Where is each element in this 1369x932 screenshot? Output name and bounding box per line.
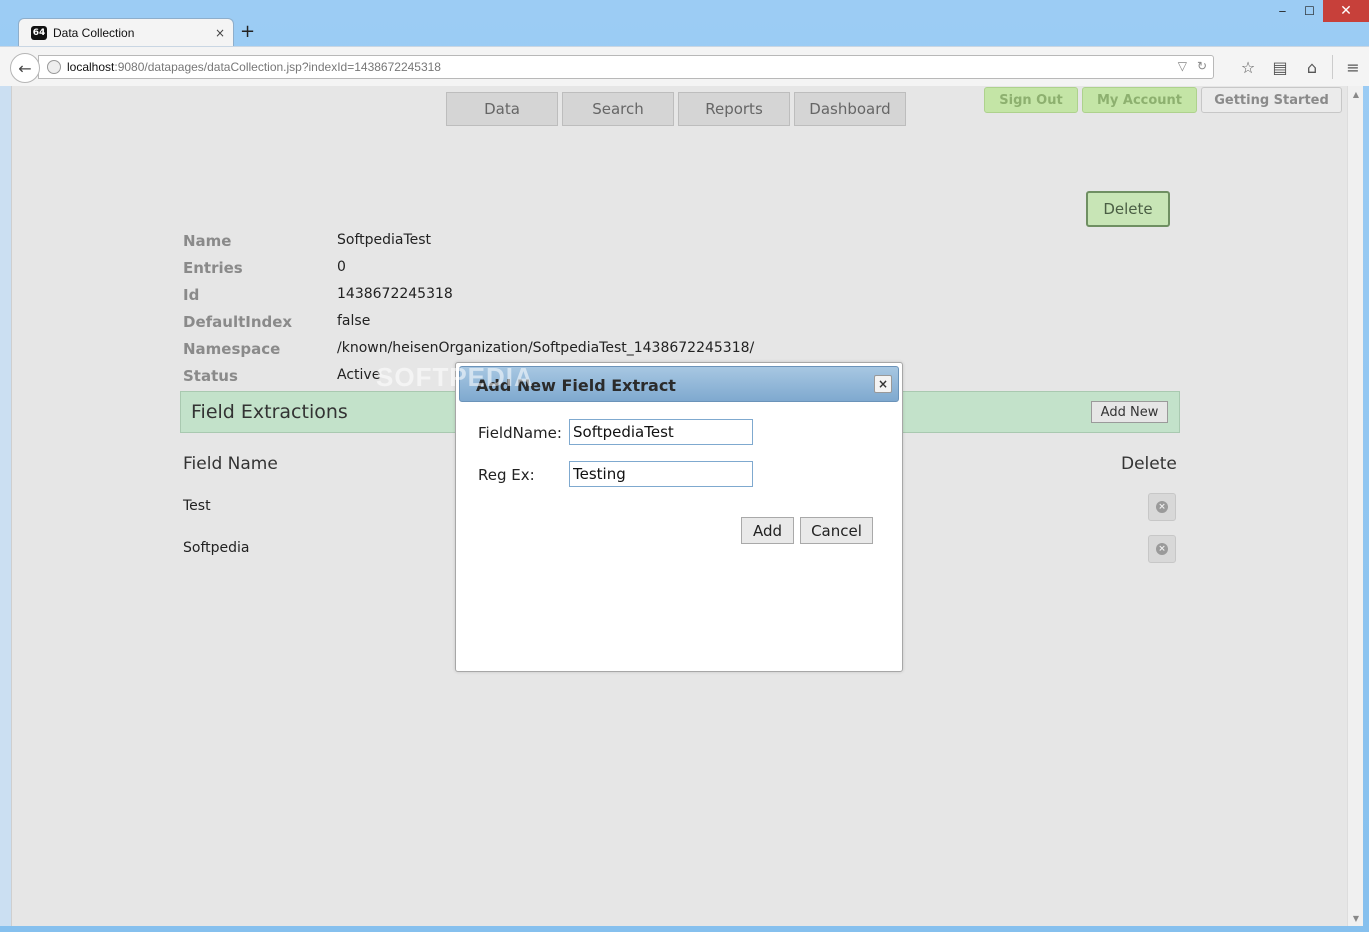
dropdown-arrow-icon[interactable]: ▽ [1178,59,1187,73]
info-label: Id [183,286,200,304]
maximize-button[interactable]: ☐ [1296,0,1323,22]
new-tab-button[interactable]: + [240,21,255,42]
window-controls: ‒ ☐ ✕ [1269,0,1369,22]
nav-tab-dashboard[interactable]: Dashboard [794,92,906,126]
delete-row-button[interactable]: × [1148,535,1176,563]
window-bottom-edge [0,926,1369,932]
info-label: Namespace [183,340,281,358]
add-button[interactable]: Add [741,517,794,544]
info-value: Active [337,367,381,383]
url-path: :9080/datapages/dataCollection.jsp?index… [114,60,441,74]
info-row-status: Status Active [183,367,380,387]
home-icon[interactable]: ⌂ [1296,55,1328,79]
hamburger-menu-icon[interactable]: ≡ [1337,55,1369,79]
column-header-delete: Delete [1121,454,1177,474]
scroll-up-icon[interactable]: ▲ [1348,86,1364,102]
globe-icon [47,60,61,74]
field-row-name: Softpedia [183,540,250,556]
delete-row-button[interactable]: × [1148,493,1176,521]
getting-started-button[interactable]: Getting Started [1201,87,1342,113]
info-label: Status [183,367,238,385]
info-value: 0 [337,259,346,275]
back-button[interactable]: ← [10,53,40,83]
nav-tab-data[interactable]: Data [446,92,558,126]
navigation-bar: localhost:9080/datapages/dataCollection.… [0,46,1369,86]
info-row-entries: Entries 0 [183,259,346,279]
info-value: 1438672245318 [337,286,453,302]
window-left-edge [0,86,11,926]
regex-label: Reg Ex: [478,466,535,484]
nav-tab-search[interactable]: Search [562,92,674,126]
delete-index-button[interactable]: Delete [1086,191,1170,227]
info-row-defaultindex: DefaultIndex false [183,313,370,333]
info-label: Entries [183,259,243,277]
favicon-icon: 64 [31,25,47,40]
tab-title: Data Collection [53,25,135,40]
tab-close-icon[interactable]: × [215,26,225,40]
info-row-name: Name SoftpediaTest [183,232,431,252]
info-value: false [337,313,371,329]
dialog-title: Add New Field Extract [476,376,676,395]
my-account-button[interactable]: My Account [1082,87,1197,113]
info-value: SoftpediaTest [337,232,432,248]
scroll-down-icon[interactable]: ▼ [1348,910,1364,926]
info-value: /known/heisenOrganization/SoftpediaTest_… [337,340,755,356]
star-icon[interactable]: ☆ [1232,55,1264,79]
info-row-id: Id 1438672245318 [183,286,453,306]
column-header-field-name: Field Name [183,454,278,474]
section-title: Field Extractions [191,401,348,423]
vertical-scrollbar[interactable]: ▲ ▼ [1347,86,1363,926]
info-row-namespace: Namespace /known/heisenOrganization/Soft… [183,340,754,360]
fieldname-label: FieldName: [478,424,562,442]
minimize-button[interactable]: ‒ [1269,0,1296,22]
nav-tab-reports[interactable]: Reports [678,92,790,126]
reload-icon[interactable]: ↻ [1197,59,1207,73]
toolbar-separator [1332,55,1333,79]
add-field-extract-dialog: Add New Field Extract × FieldName: Reg E… [455,362,903,672]
cancel-button[interactable]: Cancel [800,517,873,544]
field-row-name: Test [183,498,211,514]
add-new-button[interactable]: Add New [1091,401,1168,423]
browser-tab[interactable]: 64 Data Collection × [18,18,234,46]
reading-list-icon[interactable]: ▤ [1264,55,1296,79]
address-bar[interactable]: localhost:9080/datapages/dataCollection.… [38,55,1214,79]
dialog-close-button[interactable]: × [874,375,892,393]
remove-circle-icon: × [1156,501,1168,513]
regex-input[interactable] [569,461,753,487]
remove-circle-icon: × [1156,543,1168,555]
close-window-button[interactable]: ✕ [1323,0,1369,22]
back-arrow-icon: ← [18,58,32,78]
info-label: DefaultIndex [183,313,293,331]
url-host: localhost [67,60,115,74]
dialog-titlebar[interactable]: Add New Field Extract × [459,366,899,402]
fieldname-input[interactable] [569,419,753,445]
sign-out-button[interactable]: Sign Out [984,87,1078,113]
info-label: Name [183,232,232,250]
